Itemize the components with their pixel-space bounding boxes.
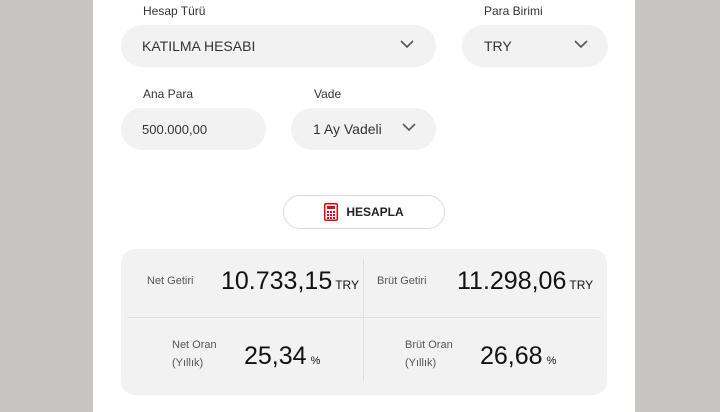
net-rate-label-line2: (Yıllık) xyxy=(172,357,204,369)
gross-return-label: Brüt Getiri xyxy=(377,275,427,287)
chevron-down-icon xyxy=(574,40,592,52)
net-rate-label-line1: Net Oran xyxy=(172,339,217,351)
gross-rate-value: 26,68% xyxy=(480,342,556,371)
net-return-amount: 10.733,15 xyxy=(221,267,333,295)
results-panel: Net Getiri 10.733,15 TRY Brüt Getiri 11.2… xyxy=(121,249,607,395)
account-type-select[interactable]: KATILMA HESABI xyxy=(121,25,436,67)
results-divider-vertical xyxy=(363,259,364,381)
currency-value: TRY xyxy=(484,38,512,54)
results-divider-horizontal xyxy=(127,317,601,318)
net-return-value: 10.733,15 TRY xyxy=(221,267,359,296)
currency-select[interactable]: TRY xyxy=(462,25,608,67)
gross-rate-label-line1: Brüt Oran xyxy=(405,339,453,351)
gross-rate-amount: 26,68 xyxy=(480,342,543,370)
gross-rate-label-line2: (Yıllık) xyxy=(405,357,437,369)
calculate-button[interactable]: HESAPLA xyxy=(283,195,445,229)
principal-value: 500.000,00 xyxy=(142,121,208,137)
account-type-value: KATILMA HESABI xyxy=(142,38,256,54)
net-return-unit: TRY xyxy=(335,278,360,292)
gross-return-amount: 11.298,06 xyxy=(457,267,567,295)
calculate-button-label: HESAPLA xyxy=(346,205,404,219)
principal-input[interactable]: 500.000,00 xyxy=(121,108,266,150)
net-rate-amount: 25,34 xyxy=(244,342,307,370)
term-label: Vade xyxy=(314,87,342,101)
term-select[interactable]: 1 Ay Vadeli xyxy=(291,108,436,150)
principal-label: Ana Para xyxy=(143,87,194,101)
term-value: 1 Ay Vadeli xyxy=(313,121,382,137)
net-rate-label: Net Oran (Yıllık) xyxy=(172,336,217,372)
account-type-label: Hesap Türü xyxy=(143,4,206,18)
net-return-label: Net Getiri xyxy=(147,275,194,287)
net-rate-value: 25,34% xyxy=(244,342,320,371)
deposit-calculator-card: Hesap Türü KATILMA HESABI Para Birimi TR… xyxy=(93,0,635,412)
calculator-icon xyxy=(324,203,339,221)
chevron-down-icon xyxy=(402,123,420,135)
gross-rate-unit: % xyxy=(546,355,557,367)
currency-label: Para Birimi xyxy=(484,4,543,18)
net-rate-unit: % xyxy=(310,355,321,367)
gross-rate-label: Brüt Oran (Yıllık) xyxy=(405,336,453,372)
chevron-down-icon xyxy=(400,40,418,52)
gross-return-value: 11.298,06 TRY xyxy=(457,267,593,296)
gross-return-unit: TRY xyxy=(569,278,594,292)
